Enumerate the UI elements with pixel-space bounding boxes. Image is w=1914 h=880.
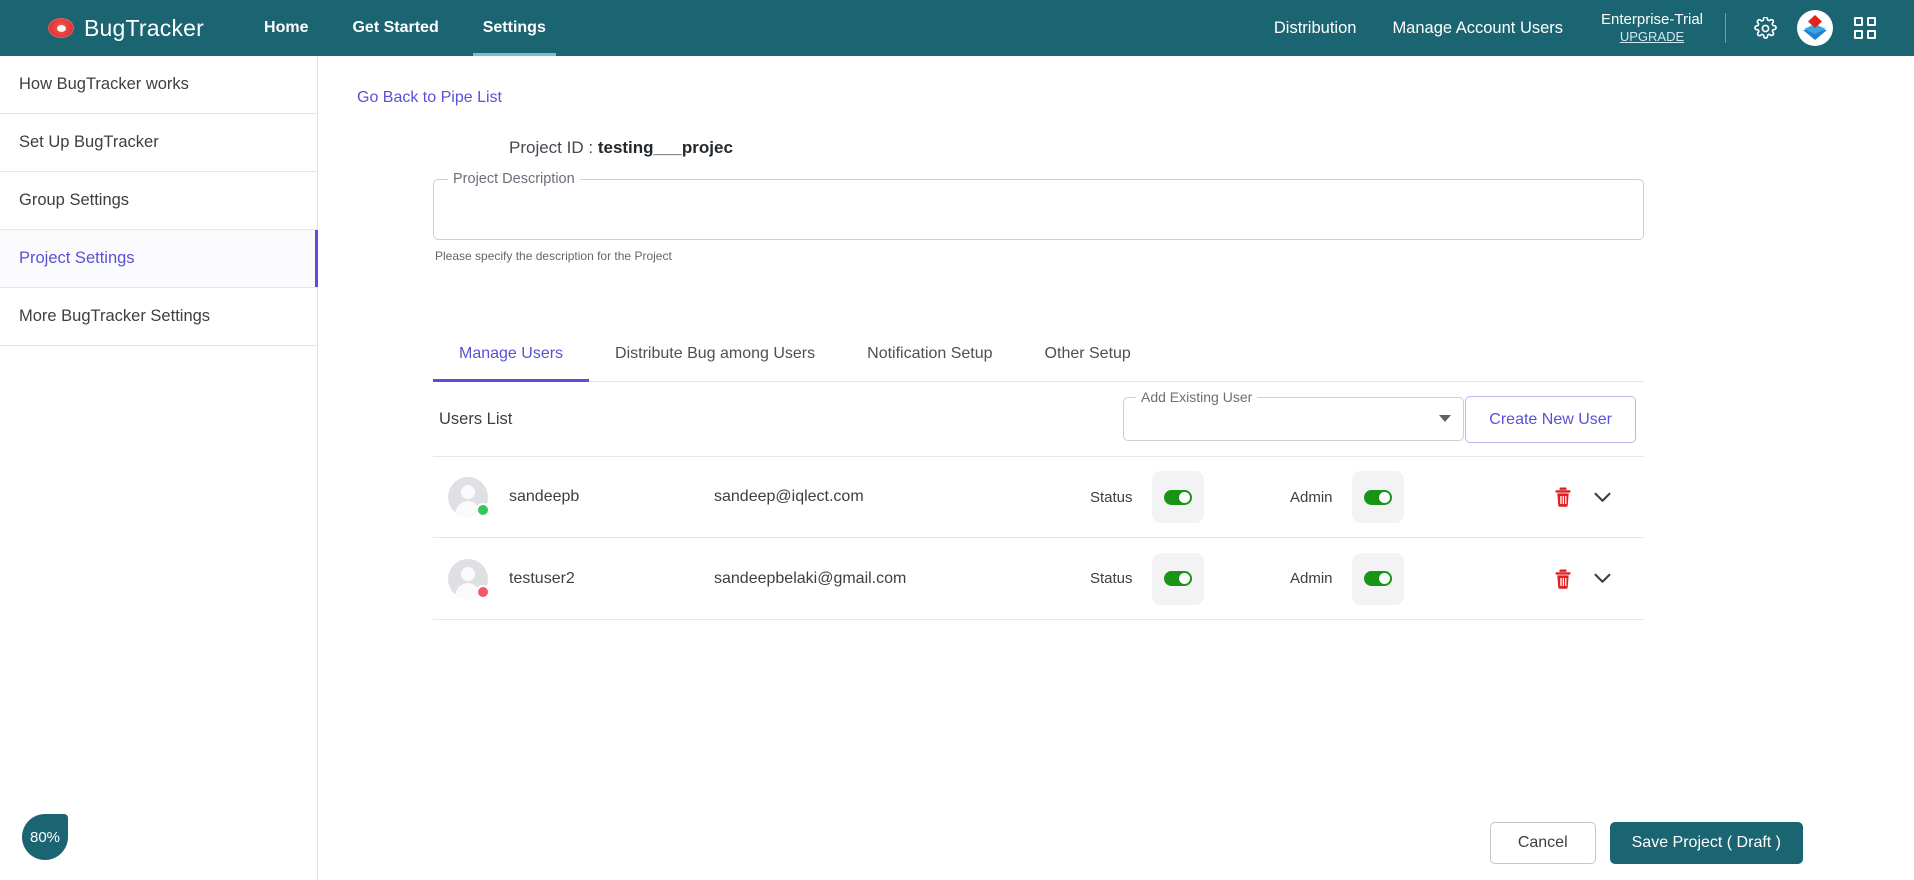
chevron-down-icon[interactable] — [1580, 480, 1624, 514]
header-divider — [1725, 13, 1726, 43]
nav-item-distribution[interactable]: Distribution — [1256, 0, 1375, 56]
status-label: Status — [1090, 570, 1133, 587]
sidebar-item-more-bugtracker-settings[interactable]: More BugTracker Settings — [0, 288, 317, 346]
add-existing-user-label: Add Existing User — [1136, 389, 1258, 405]
tab-distribute-bug-among-users[interactable]: Distribute Bug among Users — [589, 326, 841, 381]
brand-name: BugTracker — [84, 14, 205, 41]
create-new-user-button[interactable]: Create New User — [1465, 396, 1636, 443]
users-list: sandeepb sandeep@iqlect.com Status Admin — [433, 456, 1644, 620]
users-list-title: Users List — [439, 409, 513, 428]
status-toggle[interactable] — [1152, 471, 1204, 523]
cancel-button[interactable]: Cancel — [1489, 822, 1596, 864]
nav-item-settings[interactable]: Settings — [461, 0, 568, 56]
admin-toggle[interactable] — [1352, 552, 1404, 605]
chevron-down-icon[interactable] — [1439, 415, 1451, 422]
project-description-help: Please specify the description for the P… — [435, 249, 672, 263]
tab-other-setup[interactable]: Other Setup — [1019, 326, 1157, 381]
primary-nav: Home Get Started Settings — [242, 0, 568, 56]
project-description-label: Project Description — [448, 171, 580, 187]
status-label: Status — [1090, 488, 1133, 506]
secondary-nav: Distribution Manage Account Users Enterp… — [1256, 0, 1914, 56]
sidebar-item-group-settings[interactable]: Group Settings — [0, 172, 317, 230]
user-email: sandeepbelaki@gmail.com — [714, 569, 907, 587]
account-logo[interactable] — [1794, 7, 1836, 49]
nav-item-get-started[interactable]: Get Started — [330, 0, 460, 56]
project-description-field[interactable]: Project Description — [433, 171, 1644, 240]
sidebar-item-project-settings[interactable]: Project Settings — [0, 230, 318, 288]
plan-name: Enterprise-Trial — [1601, 11, 1703, 29]
go-back-to-pipe-list-link[interactable]: Go Back to Pipe List — [357, 89, 502, 107]
settings-tabs: Manage Users Distribute Bug among Users … — [433, 326, 1644, 382]
project-id: Project ID : testing___projec — [509, 138, 1647, 158]
sidebar-item-set-up-bugtracker[interactable]: Set Up BugTracker — [0, 114, 317, 172]
admin-toggle[interactable] — [1352, 471, 1404, 523]
project-id-label: Project ID : — [509, 138, 594, 157]
user-name: testuser2 — [509, 569, 575, 587]
gear-icon[interactable] — [1744, 7, 1786, 49]
form-actions: Cancel Save Project ( Draft ) — [1489, 822, 1803, 864]
apps-grid-icon[interactable] — [1844, 7, 1886, 49]
save-project-draft-button[interactable]: Save Project ( Draft ) — [1609, 822, 1803, 864]
avatar — [448, 558, 490, 599]
plan-upgrade-link[interactable]: UPGRADE — [1620, 29, 1684, 45]
app-header: BugTracker Home Get Started Settings Dis… — [0, 0, 1914, 56]
admin-label: Admin — [1290, 570, 1333, 587]
status-toggle[interactable] — [1152, 552, 1204, 605]
presence-dot — [476, 584, 490, 599]
chevron-down-icon[interactable] — [1580, 562, 1624, 596]
sidebar-item-how-bugtracker-works[interactable]: How BugTracker works — [0, 56, 317, 114]
admin-label: Admin — [1290, 488, 1333, 506]
users-list-header: Users List Add Existing User Create New … — [433, 382, 1644, 456]
project-settings-form: Project ID : testing___projec Project De… — [415, 138, 1647, 620]
presence-dot — [476, 503, 490, 517]
tab-manage-users[interactable]: Manage Users — [433, 326, 590, 382]
tab-notification-setup[interactable]: Notification Setup — [841, 326, 1018, 381]
nav-item-manage-account-users[interactable]: Manage Account Users — [1374, 0, 1581, 56]
main-content: Go Back to Pipe List Project ID : testin… — [319, 56, 1914, 880]
table-row: sandeepb sandeep@iqlect.com Status Admin — [433, 456, 1644, 538]
project-id-value: testing___projec — [597, 138, 733, 157]
brand[interactable]: BugTracker — [48, 15, 204, 42]
add-existing-user-select[interactable]: Add Existing User — [1123, 389, 1464, 441]
trash-icon[interactable] — [1546, 480, 1580, 514]
avatar — [448, 477, 490, 517]
nav-item-home[interactable]: Home — [242, 0, 330, 56]
plan-badge[interactable]: Enterprise-Trial UPGRADE — [1581, 11, 1719, 44]
user-email: sandeep@iqlect.com — [714, 488, 864, 505]
project-description-input[interactable] — [434, 180, 1643, 239]
bug-eye-icon — [48, 18, 74, 38]
sidebar: How BugTracker works Set Up BugTracker G… — [0, 56, 318, 880]
trash-icon[interactable] — [1546, 562, 1580, 596]
user-name: sandeepb — [509, 488, 580, 505]
table-row: testuser2 sandeepbelaki@gmail.com Status… — [433, 538, 1644, 620]
zoom-level-badge[interactable]: 80% — [22, 814, 68, 860]
